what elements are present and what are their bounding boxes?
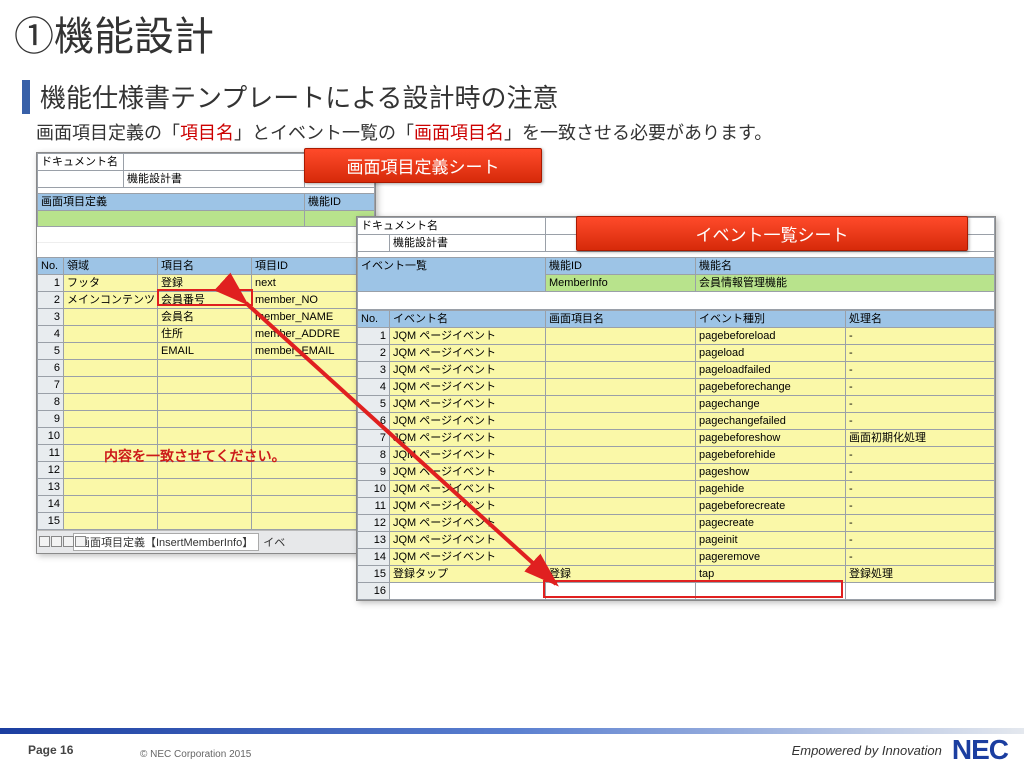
table-row: 3会員名member_NAME [38, 308, 375, 325]
table-row: 9JQM ページイベントpageshow- [358, 463, 995, 480]
table-row: 13 [38, 478, 375, 495]
table-row: 8JQM ページイベントpagebeforehide- [358, 446, 995, 463]
table-row: 3JQM ページイベントpageloadfailed- [358, 361, 995, 378]
th-event: イベント名 [390, 310, 546, 327]
sheet-tab-next[interactable]: イベ [263, 534, 285, 550]
kinou-id-label: 機能ID [546, 257, 696, 274]
table-row: 10 [38, 427, 375, 444]
warning-text: 内容を一致させてください。 [104, 446, 286, 466]
sheet-right-window: ドキュメント名 機能設計書 イベント一覧 機能ID 機能名 MemberInfo… [356, 216, 996, 601]
table-row: 4住所member_ADDRE [38, 325, 375, 342]
th-item: 項目名 [158, 257, 252, 274]
footer: Page 16 © NEC Corporation 2015 Empowered… [0, 734, 1024, 768]
table-row: 7 [38, 376, 375, 393]
copyright: © NEC Corporation 2015 [140, 749, 251, 760]
table-row: 1フッタ登録next [38, 274, 375, 291]
table-row: 6 [38, 359, 375, 376]
nav-next-icon[interactable] [63, 536, 74, 547]
nav-first-icon[interactable] [39, 536, 50, 547]
page-number: Page 16 [28, 743, 73, 757]
table-row: 15登録タップ登録tap登録処理 [358, 565, 995, 582]
th-proc: 処理名 [846, 310, 995, 327]
th-area: 領域 [64, 257, 158, 274]
table-row: 12JQM ページイベントpagecreate- [358, 514, 995, 531]
th-no: No. [38, 257, 64, 274]
subtitle: 機能仕様書テンプレートによる設計時の注意 [40, 78, 558, 115]
table-row: 10JQM ページイベントpagehide- [358, 480, 995, 497]
description: 画面項目定義の「項目名」とイベント一覧の「画面項目名」を一致させる必要があります… [36, 119, 976, 148]
tag-right: イベント一覧シート [576, 216, 968, 251]
table-row: 15 [38, 512, 375, 529]
th-kind: イベント種別 [696, 310, 846, 327]
table-row: 8 [38, 393, 375, 410]
section-label: 画面項目定義 [38, 193, 305, 210]
doc-label: ドキュメント名 [38, 153, 124, 170]
table-row: 2JQM ページイベントpageload- [358, 344, 995, 361]
desc-highlight-1: 項目名 [180, 123, 234, 143]
section-label: イベント一覧 [358, 257, 546, 291]
table-row: 9 [38, 410, 375, 427]
tagline: Empowered by Innovation [792, 743, 942, 758]
tag-left: 画面項目定義シート [304, 148, 542, 183]
table-row: 5JQM ページイベントpagechange- [358, 395, 995, 412]
table-row: 6JQM ページイベントpagechangefailed- [358, 412, 995, 429]
th-no: No. [358, 310, 390, 327]
table-row: 2メインコンテンツ会員番号member_NO [38, 291, 375, 308]
table-row: 14JQM ページイベントpageremove- [358, 548, 995, 565]
doc-value: 機能設計書 [124, 170, 305, 187]
table-row: 11JQM ページイベントpagebeforecreate- [358, 497, 995, 514]
kinou-name-label: 機能名 [696, 257, 995, 274]
kinou-id-label: 機能ID [305, 193, 375, 210]
table-row: 4JQM ページイベントpagebeforechange- [358, 378, 995, 395]
desc-text: 画面項目定義の「 [36, 123, 180, 143]
desc-text: 」を一致させる必要があります。 [504, 123, 772, 143]
table-row: 7JQM ページイベントpagebeforeshow画面初期化処理 [358, 429, 995, 446]
desc-text: 」とイベント一覧の「 [234, 123, 414, 143]
table-row: 16 [358, 582, 995, 599]
kinou-id: MemberInfo [546, 274, 696, 291]
kinou-name: 会員情報管理機能 [696, 274, 995, 291]
tab-strip: 画面項目定義【InsertMemberInfo】 イベ [37, 530, 375, 553]
title-bar [22, 80, 30, 114]
doc-label: ドキュメント名 [358, 217, 546, 234]
table-row: 13JQM ページイベントpageinit- [358, 531, 995, 548]
desc-highlight-2: 画面項目名 [414, 123, 504, 143]
nav-prev-icon[interactable] [51, 536, 62, 547]
table-row: 14 [38, 495, 375, 512]
page-title: ①機能設計 [0, 0, 1024, 66]
sheet-left-window: ドキュメント名 機能設計書 画面項目定義機能ID No. 領域 項目名 項目ID… [36, 152, 376, 554]
brand-logo: NEC [952, 734, 1008, 766]
table-row: 5EMAILmember_EMAIL [38, 342, 375, 359]
doc-value: 機能設計書 [390, 234, 546, 251]
table-row: 1JQM ページイベントpagebeforeload- [358, 327, 995, 344]
th-screen: 画面項目名 [546, 310, 696, 327]
sheet-tab[interactable]: 画面項目定義【InsertMemberInfo】 [73, 533, 259, 551]
nav-last-icon[interactable] [75, 536, 86, 547]
